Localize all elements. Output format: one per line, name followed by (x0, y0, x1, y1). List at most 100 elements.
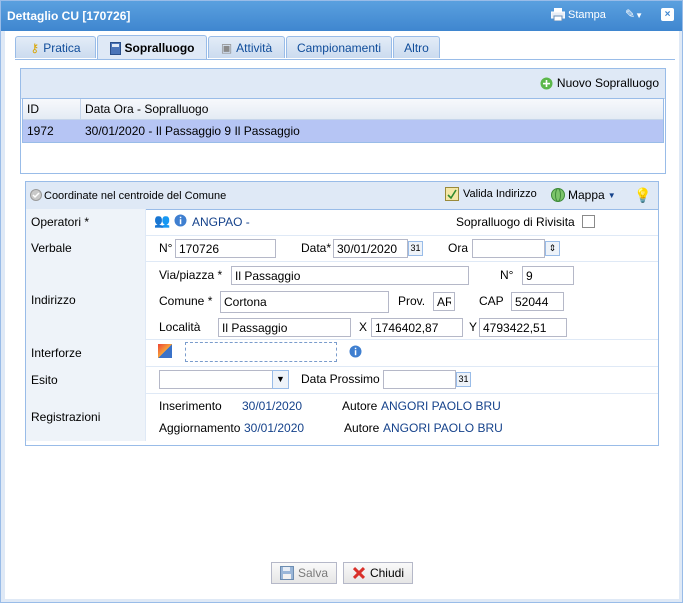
close-label: Chiudi (369, 566, 404, 580)
list-toolbar: Nuovo Sopralluogo (21, 69, 665, 99)
new-sopralluogo-button[interactable]: Nuovo Sopralluogo (540, 76, 659, 90)
tab-sopralluogo[interactable]: Sopralluogo (97, 35, 207, 60)
mappa-label: Mappa (568, 188, 605, 202)
autore-label: Autore (342, 399, 378, 413)
spinner-icon[interactable]: ⇕ (545, 241, 560, 256)
key-icon: ⚷ (30, 40, 40, 55)
users-icon[interactable]: 👥 (154, 213, 170, 229)
chevron-down-icon[interactable]: ▼ (272, 370, 289, 389)
printer-icon (551, 8, 565, 21)
prossimo-input[interactable] (383, 370, 456, 389)
column-header-data[interactable]: Data Ora - Sopralluogo (81, 99, 663, 119)
tab-attivita[interactable]: ▣ Attività (208, 36, 285, 58)
close-button[interactable]: Chiudi (343, 562, 413, 584)
civico-label: N° (500, 268, 514, 282)
inserimento-autore: ANGORI PAOLO BRU (381, 399, 501, 413)
chevron-down-icon: ▼ (635, 11, 643, 20)
table-row[interactable]: 1972 30/01/2020 - Il Passaggio 9 Il Pass… (23, 120, 663, 142)
tab-strip-divider (15, 59, 675, 60)
verbale-num-input[interactable] (175, 239, 276, 258)
via-input[interactable] (231, 266, 469, 285)
inserimento-label: Inserimento (159, 399, 222, 413)
window-title: Dettaglio CU [170726] (7, 9, 131, 23)
tab-label: Attività (236, 40, 273, 55)
row-desc: 30/01/2020 - Il Passaggio 9 Il Passaggio (85, 124, 300, 138)
verbale-data-label: Data* (301, 241, 332, 255)
notebook-icon (109, 41, 121, 55)
box-icon: ▣ (220, 40, 233, 55)
rivisita-checkbox[interactable] (582, 215, 595, 228)
autore-label: Autore (344, 421, 380, 435)
cap-label: CAP (479, 294, 504, 308)
tools-menu-button[interactable]: ✎▼ (625, 7, 643, 21)
via-label: Via/piazza * (159, 268, 223, 282)
esito-label: Esito (26, 366, 146, 393)
print-button[interactable]: Stampa (551, 8, 606, 21)
form-toolbar: Coordinate nel centroide del Comune Vali… (26, 182, 658, 210)
sopralluoghi-grid: ID Data Ora - Sopralluogo 1972 30/01/202… (22, 98, 664, 143)
mappa-menu-button[interactable]: Mappa ▼ (551, 188, 616, 202)
localita-input[interactable] (218, 318, 351, 337)
tab-altro[interactable]: Altro (393, 36, 440, 58)
print-label: Stampa (568, 8, 606, 21)
brush-icon: ✎ (625, 7, 636, 21)
row-interforze: Interforze (26, 339, 658, 367)
column-header-id[interactable]: ID (23, 99, 81, 119)
x-input[interactable] (371, 318, 463, 337)
interforze-input[interactable] (185, 342, 337, 362)
verbale-label: Verbale (26, 235, 146, 261)
prov-label: Prov. (398, 294, 426, 308)
operatori-label: Operatori * (26, 209, 146, 235)
comune-label: Comune * (159, 294, 213, 308)
row-indirizzo: Indirizzo Via/piazza * N° Comune * Prov.… (26, 261, 658, 340)
row-registrazioni: Registrazioni Inserimento 30/01/2020 Aut… (26, 393, 658, 441)
close-icon (352, 566, 366, 580)
row-operatori: Operatori * 👥 ANGPAO - Sopralluogo di Ri… (26, 209, 658, 236)
aggiornamento-label: Aggiornamento (159, 421, 241, 435)
sopralluogo-form: Coordinate nel centroide del Comune Vali… (25, 181, 659, 446)
verbale-ora-input[interactable] (472, 239, 545, 258)
calendar-icon[interactable]: 31 (456, 372, 471, 387)
rivisita-label: Sopralluogo di Rivisita (456, 215, 575, 229)
info-icon[interactable] (349, 345, 362, 361)
civico-input[interactable] (522, 266, 574, 285)
verbale-num-label: N° (159, 241, 173, 255)
save-button[interactable]: Salva (271, 562, 337, 584)
registrazioni-label: Registrazioni (26, 393, 146, 441)
aggiornamento-date: 30/01/2020 (244, 421, 305, 435)
cap-input[interactable] (511, 292, 564, 311)
localita-label: Località (159, 320, 201, 334)
title-bar[interactable]: Dettaglio CU [170726] Stampa ✎▼ × (1, 1, 682, 31)
y-input[interactable] (479, 318, 567, 337)
verbale-data-input[interactable] (333, 239, 408, 258)
close-icon[interactable]: × (661, 8, 674, 21)
new-sopralluogo-label: Nuovo Sopralluogo (556, 76, 659, 90)
lightbulb-icon[interactable]: 💡 (634, 187, 651, 204)
calendar-icon[interactable]: 31 (408, 241, 423, 256)
indirizzo-label: Indirizzo (26, 261, 146, 339)
dialog-window: Dettaglio CU [170726] Stampa ✎▼ × ⚷ Prat… (0, 0, 683, 603)
check-icon (30, 189, 42, 204)
tab-pratica[interactable]: ⚷ Pratica (15, 36, 96, 58)
grid-header: ID Data Ora - Sopralluogo (23, 99, 663, 120)
interforze-label: Interforze (26, 339, 146, 366)
form-header: Coordinate nel centroide del Comune (44, 190, 227, 202)
prov-input[interactable] (433, 292, 455, 311)
esito-select[interactable] (159, 370, 273, 389)
valida-label: Valida Indirizzo (463, 188, 537, 200)
add-icon (540, 77, 553, 89)
tab-label: Campionamenti (296, 40, 382, 55)
tab-label: Pratica (43, 40, 81, 55)
operatori-value[interactable]: ANGPAO - (192, 215, 250, 229)
forces-icon[interactable] (158, 344, 172, 358)
tab-campionamenti[interactable]: Campionamenti (286, 36, 392, 58)
save-label: Salva (297, 566, 328, 580)
valida-indirizzo-button[interactable]: Valida Indirizzo (445, 187, 537, 201)
floppy-icon (280, 566, 294, 580)
row-id: 1972 (27, 124, 54, 138)
comune-input[interactable] (220, 291, 389, 313)
dialog-body: ⚷ Pratica Sopralluogo ▣ Attività Campion… (5, 31, 679, 599)
prossimo-label: Data Prossimo (301, 372, 380, 386)
info-icon[interactable] (174, 214, 187, 230)
tab-label: Altro (404, 40, 429, 55)
